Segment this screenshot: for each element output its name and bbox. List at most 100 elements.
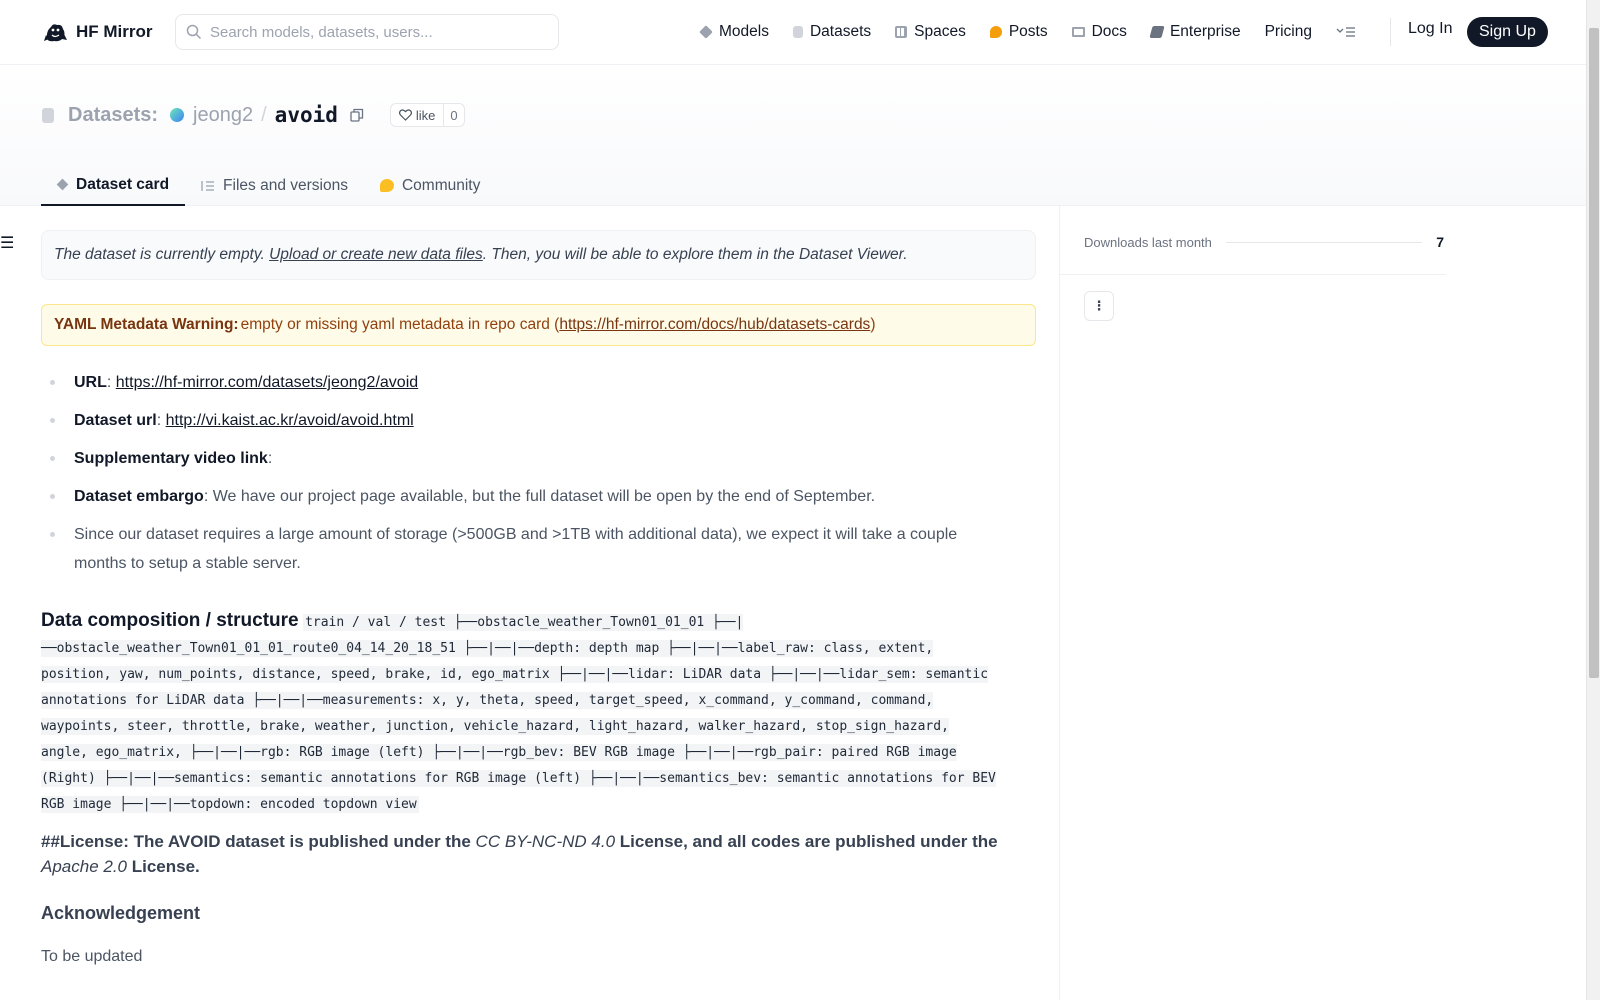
book-icon: [1071, 27, 1085, 37]
database-icon: [42, 107, 54, 123]
copy-icon[interactable]: [350, 108, 364, 122]
repo-type-label[interactable]: Datasets:: [68, 104, 158, 127]
fact-label: Supplementary video link: [74, 450, 268, 467]
downloads-label: Downloads last month: [1084, 234, 1212, 250]
license-text: License.: [127, 857, 200, 876]
fact-separator: :: [203, 488, 213, 505]
nav-more-menu[interactable]: [1336, 26, 1356, 38]
fact-label: URL: [74, 374, 107, 391]
fact-label: Dataset url: [74, 412, 157, 429]
nav-item-posts[interactable]: Posts: [989, 23, 1048, 41]
license-text: License, and all codes are published und…: [615, 832, 998, 851]
path-separator: /: [261, 103, 267, 126]
more-menu-icon: [1336, 27, 1355, 37]
login-link[interactable]: Log In: [1408, 20, 1452, 38]
license-paragraph: ##License: The AVOID dataset is publishe…: [41, 829, 1001, 879]
tab-dataset-card[interactable]: Dataset card: [41, 165, 186, 206]
nav-item-label: Datasets: [809, 23, 872, 40]
downloads-sparkline: [1225, 241, 1423, 243]
yaml-metadata-warning: YAML Metadata Warning: empty or missing …: [41, 304, 1036, 346]
signup-button[interactable]: Sign Up: [1467, 17, 1548, 47]
fact-text: Since our dataset requires a large amoun…: [74, 526, 958, 572]
warning-title: YAML Metadata Warning:: [54, 316, 239, 333]
repo-title: Datasets: jeong2 / avoid like 0: [42, 103, 465, 127]
nav-item-label: Pricing: [1264, 23, 1312, 40]
like-button[interactable]: like: [391, 104, 445, 126]
notice-text: The dataset is currently empty.: [54, 246, 265, 263]
list-item: Since our dataset requires a large amoun…: [41, 520, 991, 578]
brand-logo[interactable]: HF Mirror: [42, 19, 153, 45]
right-sidebar: Downloads last month 7 ⋮: [1059, 206, 1446, 1000]
warning-text: empty or missing yaml metadata in repo c…: [240, 316, 560, 333]
repo-owner[interactable]: jeong2: [193, 104, 253, 127]
license-text: ##License: The AVOID dataset is publishe…: [41, 832, 476, 851]
search-input[interactable]: [210, 23, 540, 41]
nav-item-spaces[interactable]: Spaces: [895, 23, 966, 41]
nav-links: Models Datasets Spaces Posts Docs Enterp…: [699, 18, 1380, 46]
fact-text: We have our project page available, but …: [212, 488, 876, 505]
community-icon: [379, 179, 394, 192]
like-count[interactable]: 0: [444, 108, 463, 123]
nav-item-models[interactable]: Models: [699, 23, 769, 41]
license-name: Apache 2.0: [41, 857, 128, 876]
search-icon: [186, 24, 202, 40]
nav-item-datasets[interactable]: Datasets: [792, 23, 872, 41]
tab-label: Dataset card: [76, 175, 170, 193]
tab-files-and-versions[interactable]: Files and versions: [185, 165, 364, 206]
upload-link[interactable]: Upload or create new data files: [269, 246, 483, 264]
enterprise-icon: [1149, 26, 1165, 38]
repo-name[interactable]: avoid: [275, 103, 338, 127]
search-box[interactable]: [175, 14, 559, 50]
scrollbar-thumb[interactable]: [1589, 28, 1599, 678]
list-item: URL: https://hf-mirror.com/datasets/jeon…: [41, 368, 991, 397]
chat-bubble-icon: [989, 26, 1002, 38]
data-composition-section: Data composition / structure train / val…: [41, 608, 1001, 817]
page-scrollbar[interactable]: [1586, 0, 1600, 1000]
heart-icon: [398, 109, 412, 121]
dataset-card-content: The dataset is currently empty. Upload o…: [41, 230, 1036, 966]
dataset-url-link[interactable]: http://vi.kaist.ac.kr/avoid/avoid.html: [166, 412, 414, 429]
list-item: Dataset url: http://vi.kaist.ac.kr/avoid…: [41, 406, 991, 435]
repo-tabs: Dataset card Files and versions Communit…: [41, 165, 496, 206]
card-icon: [56, 178, 69, 191]
hf-logo-icon: [44, 24, 67, 42]
fact-separator: :: [106, 374, 116, 391]
owner-avatar: [170, 108, 185, 122]
datasets-cards-link[interactable]: https://hf-mirror.com/docs/hub/datasets-…: [559, 316, 870, 334]
brand-name: HF Mirror: [76, 22, 153, 41]
cube-icon: [699, 25, 713, 39]
fact-separator: :: [156, 412, 166, 429]
tab-community[interactable]: Community: [364, 165, 496, 206]
nav-item-enterprise[interactable]: Enterprise: [1149, 23, 1241, 41]
files-icon: [201, 180, 215, 191]
nav-item-label: Docs: [1091, 23, 1127, 40]
empty-dataset-notice: The dataset is currently empty. Upload o…: [41, 230, 1036, 280]
nav-item-label: Models: [719, 23, 769, 40]
like-label: like: [415, 107, 436, 123]
like-widget: like 0: [389, 103, 465, 127]
warning-close: ): [870, 316, 876, 333]
nav-item-pricing[interactable]: Pricing: [1265, 23, 1312, 41]
more-options-button[interactable]: ⋮: [1084, 291, 1114, 321]
fact-separator: :: [267, 450, 273, 467]
tab-label: Files and versions: [223, 176, 348, 194]
url-link[interactable]: https://hf-mirror.com/datasets/jeong2/av…: [116, 374, 418, 391]
nav-item-label: Enterprise: [1169, 23, 1241, 40]
list-item: Dataset embargo: We have our project pag…: [41, 482, 991, 511]
nav-item-docs[interactable]: Docs: [1071, 23, 1127, 41]
top-navigation: HF Mirror Models Datasets Spaces Posts D…: [0, 0, 1586, 65]
toc-toggle-icon[interactable]: ☰: [0, 233, 14, 253]
database-icon: [792, 26, 803, 38]
notice-text: . Then, you will be able to explore them…: [482, 246, 908, 263]
acknowledgement-heading: Acknowledgement: [41, 903, 201, 923]
nav-divider: [1390, 18, 1391, 46]
grid-icon: [895, 26, 908, 38]
nav-item-label: Spaces: [914, 23, 966, 40]
structure-code: train / val / test ├──obstacle_weather_T…: [41, 614, 996, 813]
downloads-count: 7: [1436, 234, 1444, 250]
dataset-facts-list: URL: https://hf-mirror.com/datasets/jeon…: [41, 368, 1036, 578]
list-item: Supplementary video link:: [41, 444, 991, 473]
fact-label: Dataset embargo: [74, 488, 204, 505]
tab-label: Community: [401, 176, 481, 194]
downloads-stat: Downloads last month 7: [1084, 234, 1444, 250]
